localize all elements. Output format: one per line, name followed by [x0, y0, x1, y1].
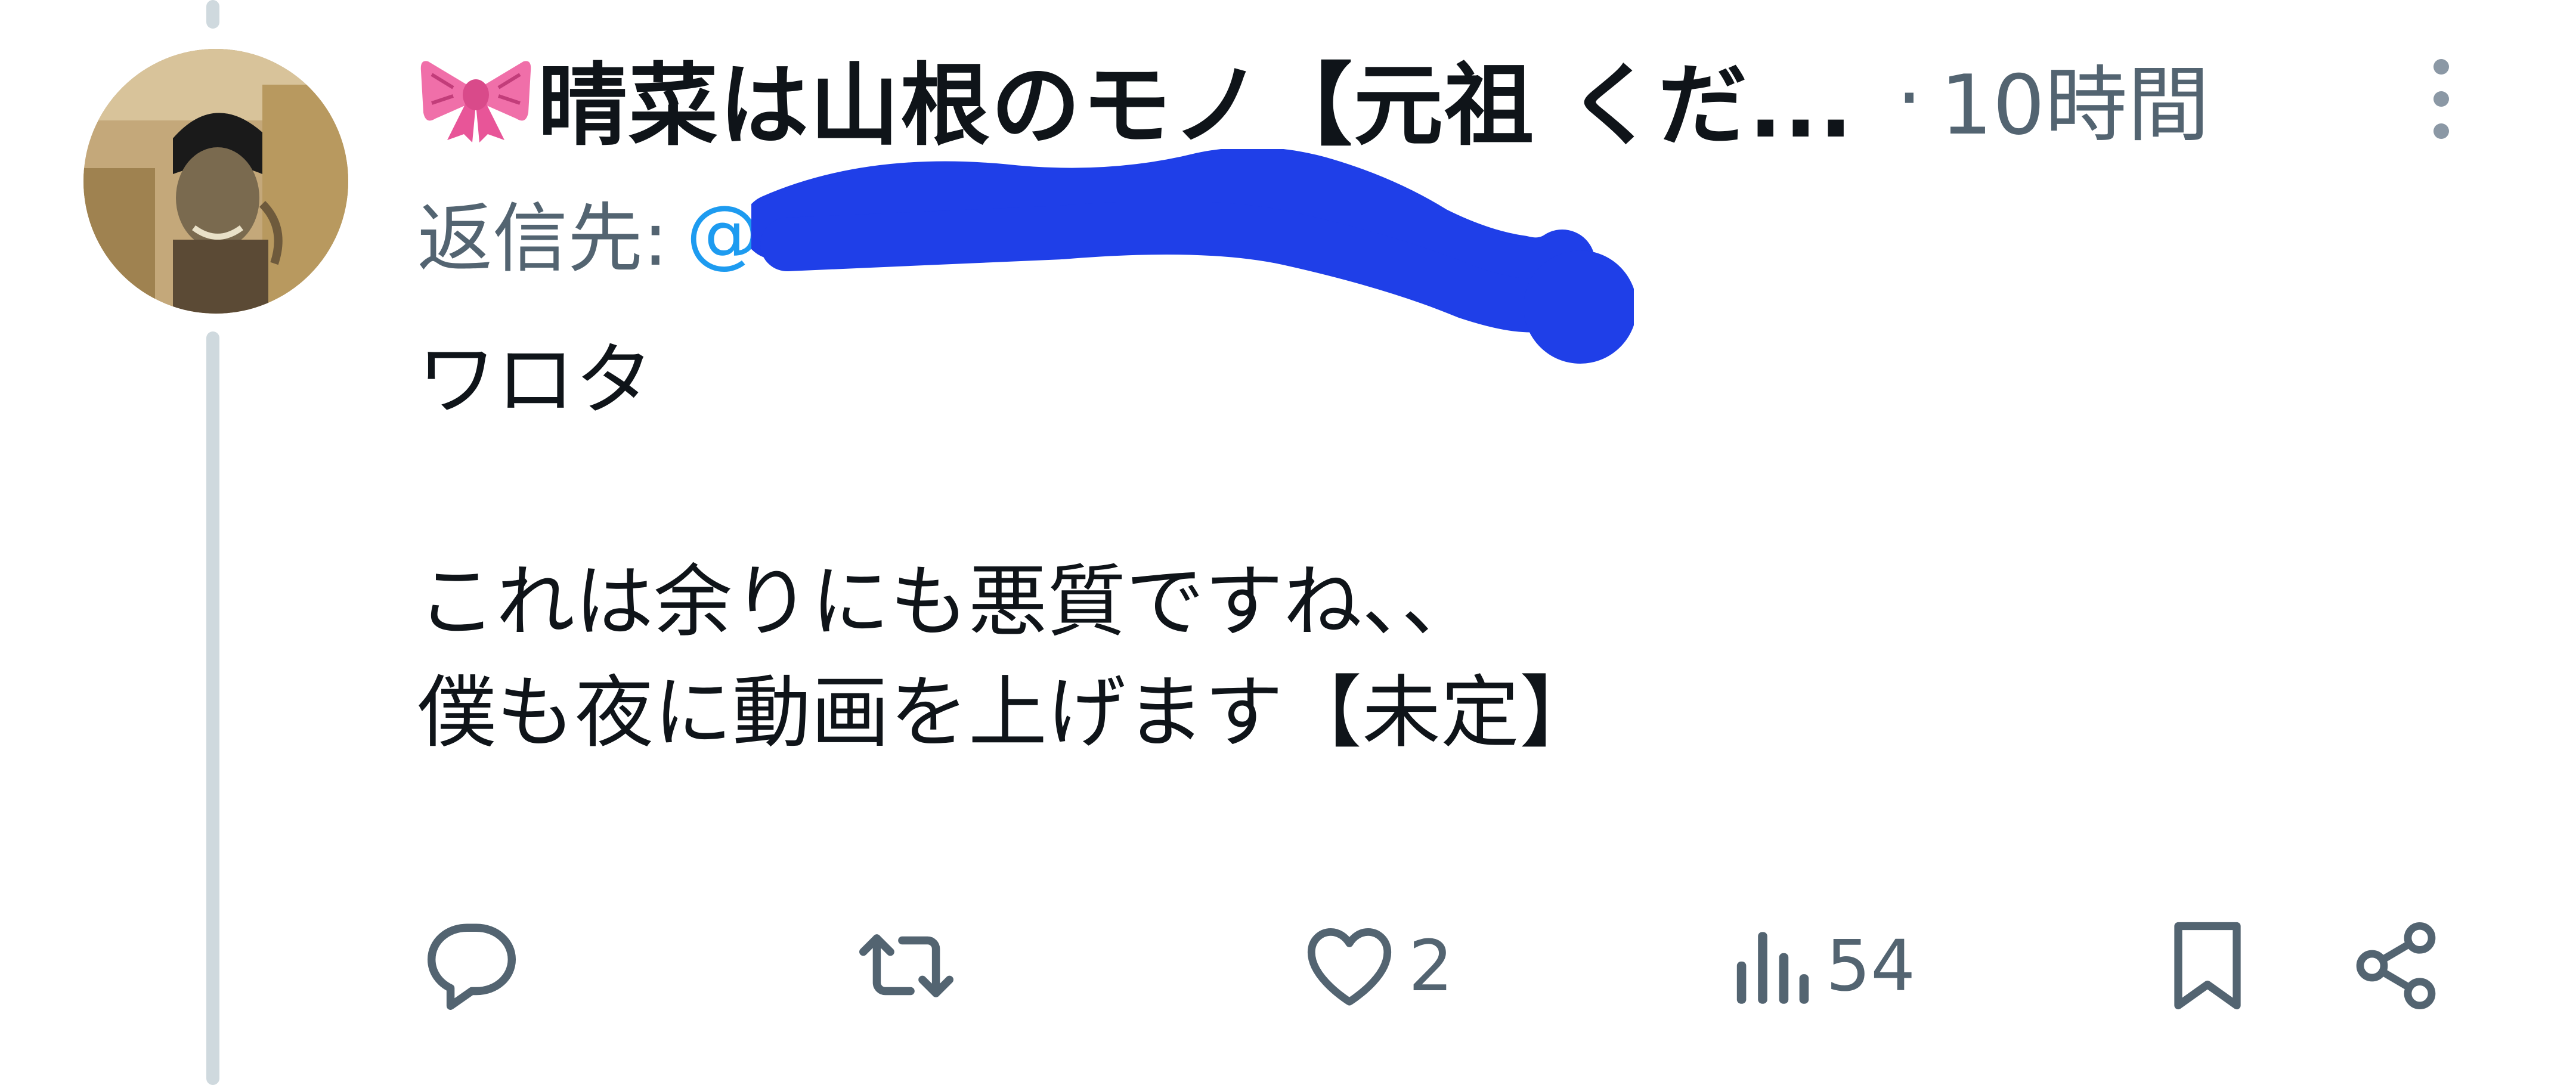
reply-to-handle[interactable]: @	[686, 189, 761, 277]
author-name[interactable]: 晴菜は山根のモノ【元祖 くだ...	[417, 38, 1854, 158]
retweet-button[interactable]	[853, 900, 960, 1031]
post-time[interactable]: 10時間	[1940, 38, 2210, 157]
reply-icon	[427, 923, 516, 1010]
share-button[interactable]	[2348, 900, 2444, 1031]
post-header: 晴菜は山根のモノ【元祖 くだ... · 10時間	[417, 35, 2540, 166]
bookmark-button[interactable]	[2166, 900, 2249, 1031]
author-name-text: 晴菜は山根のモノ【元祖 くだ...	[538, 54, 1854, 158]
like-button[interactable]: 2	[1299, 900, 1453, 1031]
views-count: 54	[1826, 925, 1916, 1007]
post-text: ワロタ これは余りにも悪質ですね、、 僕も夜に動画を上げます【未定】	[417, 334, 1598, 759]
ribbon-icon	[420, 61, 531, 142]
heart-icon	[1307, 928, 1392, 1006]
thread-line-top	[206, 0, 219, 29]
views-button[interactable]: 54	[1728, 900, 1915, 1031]
retweet-icon	[859, 934, 953, 997]
reply-to-label: 返信先:	[417, 195, 668, 283]
share-icon	[2356, 922, 2436, 1009]
avatar-image	[83, 49, 348, 314]
avatar[interactable]	[83, 49, 348, 314]
views-chart-icon	[1736, 932, 1809, 1004]
meta-separator: ·	[1896, 49, 1922, 146]
action-bar: 2 54	[0, 900, 2576, 1031]
reply-to: 返信先: @	[417, 179, 761, 286]
more-vertical-icon[interactable]	[2417, 57, 2465, 141]
reply-button[interactable]	[421, 900, 522, 1031]
like-count: 2	[1408, 925, 1454, 1007]
bookmark-icon	[2174, 922, 2241, 1010]
post-meta: · 10時間	[1896, 38, 2209, 157]
